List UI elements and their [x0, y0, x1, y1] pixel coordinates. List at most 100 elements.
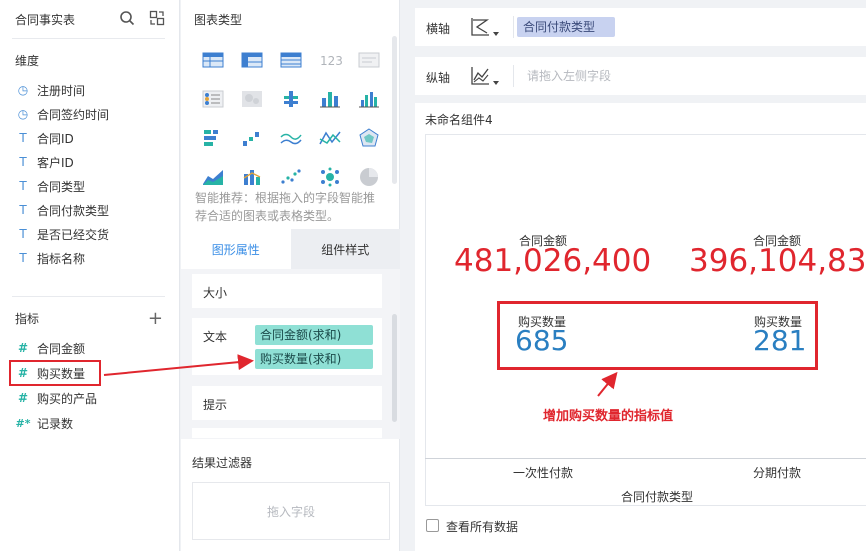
metric-field-purchase-qty[interactable]: # 购买数量 [9, 360, 101, 386]
stepped-bar-icon[interactable] [232, 118, 271, 157]
field-label: 合同类型 [37, 179, 86, 194]
text-type-icon: T [19, 131, 27, 145]
list-widget-icon[interactable] [193, 79, 232, 118]
x-axis-type-icon[interactable] [469, 16, 501, 41]
filter-placeholder: 拖入字段 [266, 504, 315, 519]
text-type-icon: T [19, 227, 27, 241]
data-field-panel: 合同事实表 维度 ◷ 注册时间 ◷ 合同签约时间 T 合同ID T 客户ID T… [0, 0, 180, 551]
add-metric-icon[interactable]: + [148, 308, 163, 329]
grouped-column-icon[interactable] [349, 79, 388, 118]
next-property-partial [192, 428, 382, 438]
kpi-amount-value: 396,104,830 [689, 243, 866, 279]
clock-icon: ◷ [17, 107, 29, 121]
metrics-title: 指标 [15, 312, 40, 326]
search-icon[interactable] [119, 10, 135, 26]
chart-types-title: 图表类型 [194, 13, 243, 27]
stacked-bar-icon[interactable] [271, 79, 310, 118]
dimension-field-register-time[interactable]: ◷ 注册时间 [15, 79, 85, 101]
dimensions-title: 维度 [15, 54, 40, 68]
line-chart-icon[interactable] [271, 118, 310, 157]
x-tick-label: 分期付款 [753, 466, 802, 480]
y-axis-label: 纵轴 [426, 71, 451, 85]
dimension-field-contract-sign-time[interactable]: ◷ 合同签约时间 [15, 103, 109, 125]
show-all-data-checkbox[interactable] [426, 519, 439, 532]
field-label: 记录数 [37, 416, 74, 431]
text-label: 文本 [203, 330, 228, 344]
detail-table-icon[interactable] [271, 40, 310, 79]
kpi-amount-value: 481,026,400 [454, 243, 652, 279]
x-axis-field-chip[interactable]: 合同付款类型 [517, 17, 615, 37]
field-label: 购买数量 [37, 366, 86, 381]
x-axis-line [425, 458, 866, 459]
dimension-field-contract-type[interactable]: T 合同类型 [15, 175, 85, 197]
map-icon[interactable] [232, 79, 271, 118]
clock-icon: ◷ [17, 83, 29, 97]
dimension-field-delivered[interactable]: T 是否已经交货 [15, 223, 109, 245]
metric-field-purchased-product[interactable]: # 购买的产品 [15, 387, 97, 409]
metric-field-contract-amount[interactable]: # 合同金额 [15, 337, 85, 359]
cross-table-icon[interactable] [232, 40, 271, 79]
kpi-qty-value: 685 [515, 324, 569, 357]
field-label: 注册时间 [37, 83, 86, 98]
text-type-icon: T [19, 179, 27, 193]
y-axis-row[interactable]: 纵轴 [415, 57, 866, 95]
field-label: 购买的产品 [37, 391, 98, 406]
switch-table-icon[interactable] [149, 10, 165, 26]
show-all-data-label[interactable]: 查看所有数据 [446, 518, 518, 535]
field-label: 是否已经交货 [37, 227, 110, 242]
chart-type-grid: 123 [193, 40, 388, 196]
text-chip-purchase-qty[interactable]: 购买数量(求和) [255, 349, 373, 369]
annotation-text: 增加购买数量的指标值 [543, 409, 674, 424]
x-axis-row[interactable]: 横轴 [415, 8, 866, 46]
number-type-icon: # [17, 341, 29, 355]
filter-drop-zone[interactable]: 拖入字段 [192, 482, 390, 540]
number-type-icon: # [17, 391, 29, 405]
result-filter-title: 结果过滤器 [192, 456, 253, 470]
chart-config-panel: 图表类型 123 智能推荐：根据拖入的字段智能推荐合适的图表或表格类型。 图形属… [181, 0, 400, 551]
kpi-qty-value: 281 [753, 324, 807, 357]
kpi-number-icon[interactable]: 123 [310, 40, 349, 79]
svg-text:123: 123 [320, 54, 342, 68]
dimension-field-payment-type[interactable]: T 合同付款类型 [15, 199, 109, 221]
size-label: 大小 [203, 286, 228, 300]
horizontal-bar-icon[interactable] [193, 118, 232, 157]
area-line-icon[interactable] [310, 118, 349, 157]
field-label: 合同ID [37, 131, 74, 146]
field-label: 合同付款类型 [37, 203, 110, 218]
x-tick-label: 一次性付款 [513, 466, 574, 480]
metric-field-record-count[interactable]: #* 记录数 [15, 412, 74, 434]
property-tabs: 图形属性 组件样式 [181, 229, 400, 269]
field-label: 客户ID [37, 155, 74, 170]
widget-title[interactable]: 未命名组件4 [425, 111, 493, 128]
tooltip-property[interactable]: 提示 [192, 386, 382, 420]
table-name: 合同事实表 [15, 13, 76, 27]
dimension-field-metric-name[interactable]: T 指标名称 [15, 247, 85, 269]
text-type-icon: T [19, 155, 27, 169]
radar-chart-icon[interactable] [349, 118, 388, 157]
tab-component-style[interactable]: 组件样式 [290, 229, 400, 269]
text-chip-contract-amount[interactable]: 合同金额(求和) [255, 325, 373, 345]
field-label: 合同签约时间 [37, 107, 110, 122]
number-type-icon: # [17, 366, 29, 380]
text-type-icon: T [19, 203, 27, 217]
column-chart-icon[interactable] [310, 79, 349, 118]
tooltip-label: 提示 [203, 398, 228, 412]
text-widget-icon[interactable] [349, 40, 388, 79]
y-axis-type-icon[interactable] [469, 65, 501, 90]
smart-recommend-hint: 智能推荐：根据拖入的字段智能推荐合适的图表或表格类型。 [195, 191, 376, 223]
dimension-field-customer-id[interactable]: T 客户ID [15, 151, 74, 173]
record-count-icon: #* [15, 416, 31, 430]
size-property[interactable]: 大小 [192, 274, 382, 308]
tab-graph-properties[interactable]: 图形属性 [181, 229, 291, 269]
dimension-field-contract-id[interactable]: T 合同ID [15, 127, 74, 149]
field-label: 指标名称 [37, 251, 86, 266]
properties-scrollbar[interactable] [392, 314, 397, 422]
chart-types-scrollbar[interactable] [392, 36, 397, 184]
table-chart-icon[interactable] [193, 40, 232, 79]
field-label: 合同金额 [37, 341, 86, 356]
y-axis-placeholder[interactable]: 请拖入左侧字段 [527, 67, 611, 84]
text-property[interactable]: 文本 合同金额(求和) 购买数量(求和) [192, 318, 382, 375]
x-axis-label: 横轴 [426, 22, 451, 36]
x-axis-title: 合同付款类型 [621, 490, 694, 504]
text-type-icon: T [19, 251, 27, 265]
